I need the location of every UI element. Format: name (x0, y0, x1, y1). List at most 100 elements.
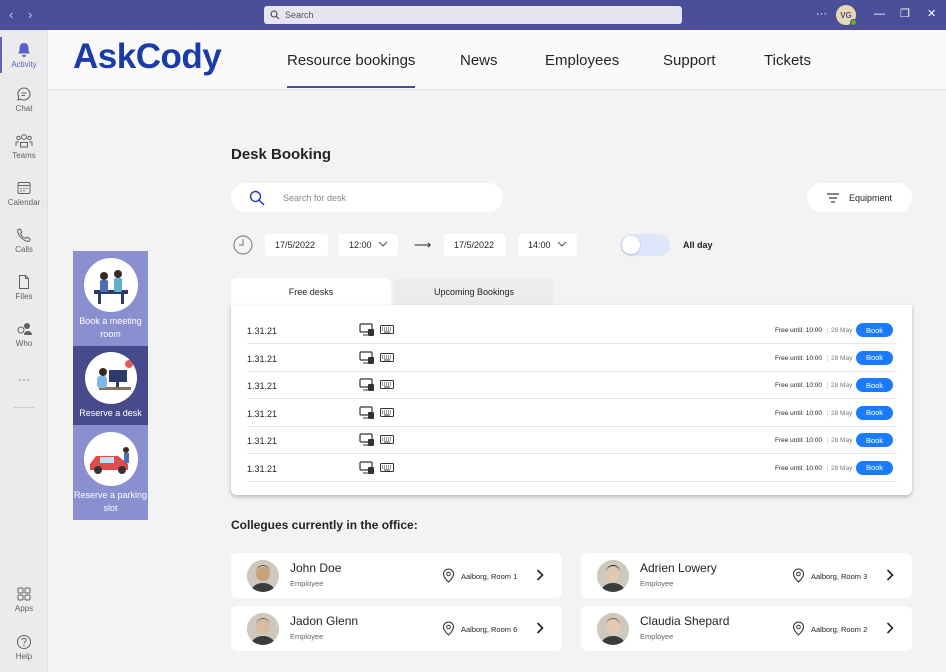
desk-code: 1.31.21 (247, 353, 278, 364)
desk-row: 1.31.21 Free until: 10:00 28 May Book (247, 345, 897, 372)
rail-item-calls[interactable]: Calls (0, 218, 48, 262)
location-pin-icon (792, 568, 805, 583)
start-date-field[interactable]: 17/5/2022 (265, 234, 328, 256)
file-icon (19, 274, 29, 289)
colleague-name: Jadon Glenn (290, 614, 359, 628)
who-icon (17, 322, 32, 335)
colleague-role: Employee (290, 632, 324, 641)
equipment-filter-button[interactable]: Equipment (807, 183, 912, 212)
colleague-card[interactable]: John Doe Employee Aalborg, Room 1 (231, 553, 562, 598)
book-button[interactable]: Book (856, 405, 893, 420)
more-icon: ··· (18, 372, 30, 386)
keyboard-icon (380, 435, 394, 446)
start-time-select[interactable]: 12:00 (339, 234, 398, 256)
start-date-value: 17/5/2022 (275, 240, 316, 250)
app-header: AskCody Resource bookings News Employees… (48, 30, 946, 90)
user-avatar[interactable]: VG (836, 5, 857, 26)
desk-row: 1.31.21 Free until: 10:00 28 May Book (247, 400, 897, 427)
colleague-location: Aalborg, Room 2 (811, 625, 868, 634)
monitor-icon (359, 405, 375, 422)
minimize-button[interactable]: — (874, 7, 885, 21)
end-time-value: 14:00 (528, 240, 551, 250)
desk-row: 1.31.21 Free until: 10:00 28 May Book (247, 455, 897, 482)
search-icon (270, 10, 280, 20)
free-until-text: Free until: 10:00 (775, 327, 822, 334)
rail-item-more[interactable]: ··· (0, 357, 48, 401)
rail-item-files[interactable]: Files (0, 265, 48, 309)
main-content: AskCody Resource bookings News Employees… (48, 30, 946, 672)
equipment-label: Equipment (848, 192, 893, 203)
tab-resource-bookings[interactable]: Resource bookings (287, 52, 416, 88)
keyboard-icon (380, 462, 394, 474)
avatar (247, 613, 279, 645)
desk-code: 1.31.21 (247, 408, 278, 419)
global-search-input[interactable]: Search (264, 6, 682, 24)
reserve-parking-card[interactable]: Reserve a parking slot (73, 425, 148, 520)
chevron-right-icon[interactable] (536, 569, 544, 581)
rail-item-chat[interactable]: Chat (0, 77, 48, 121)
phone-icon (16, 227, 31, 242)
more-options-button[interactable]: ··· (816, 7, 827, 21)
book-meeting-room-card[interactable]: Book a meeting room (73, 251, 148, 346)
location-pin-icon (442, 621, 455, 636)
book-button[interactable]: Book (856, 323, 893, 337)
colleague-location: Aalborg, Room 6 (461, 625, 518, 634)
colleague-card[interactable]: Adrien Lowery Employee Aalborg, Room 3 (581, 553, 912, 598)
end-date-field[interactable]: 17/5/2022 (444, 234, 506, 256)
desk-code: 1.31.21 (247, 463, 278, 474)
tab-label: Free desks (288, 286, 334, 297)
rail-item-activity[interactable]: Activity (0, 33, 48, 77)
reserve-desk-card[interactable]: Reserve a desk (73, 346, 148, 425)
tab-support[interactable]: Support (663, 52, 716, 69)
desk-row: 1.31.21 Free until: 10:00 28 May Book (247, 317, 897, 344)
restore-button[interactable]: ❐ (900, 7, 910, 21)
forward-button[interactable]: › (28, 7, 32, 23)
rail-item-help[interactable]: Help (0, 625, 48, 669)
close-button[interactable]: ✕ (927, 7, 936, 21)
colleague-card[interactable]: Jadon Glenn Employee Aalborg, Room 6 (231, 606, 562, 651)
tab-tickets[interactable]: Tickets (764, 52, 811, 69)
desk-row: 1.31.21 Free until: 10:00 28 May Book (247, 372, 897, 399)
rail-item-calendar[interactable]: Calendar (0, 171, 48, 215)
end-time-select[interactable]: 14:00 (518, 234, 577, 256)
card-label: Reserve a parking slot (73, 490, 148, 513)
book-button[interactable]: Book (856, 378, 893, 392)
toggle-knob (622, 236, 640, 254)
free-until-text: Free until: 10:00 (775, 437, 822, 444)
chevron-right-icon[interactable] (886, 569, 894, 581)
chevron-right-icon[interactable] (536, 622, 544, 634)
rail-item-who[interactable]: Who (0, 312, 48, 356)
apps-icon (17, 587, 31, 600)
colleagues-heading: Collegues currently in the office: (231, 518, 418, 532)
askcody-logo[interactable]: AskCody (73, 37, 222, 77)
book-button[interactable]: Book (856, 460, 893, 475)
rail-label: Chat (15, 103, 33, 113)
tab-news[interactable]: News (460, 52, 498, 69)
tab-upcoming-bookings[interactable]: Upcoming Bookings (394, 278, 554, 305)
desk-code: 1.31.21 (247, 326, 278, 336)
title-bar: ‹ › Search ··· VG — ❐ ✕ (0, 0, 946, 30)
help-icon (17, 634, 31, 649)
free-date: 28 May (827, 354, 852, 362)
keyboard-icon (380, 407, 394, 419)
colleague-role: Employee (640, 579, 674, 588)
book-button[interactable]: Book (856, 433, 893, 447)
rail-item-teams[interactable]: Teams (0, 124, 48, 168)
tab-employees[interactable]: Employees (545, 52, 619, 69)
colleague-card[interactable]: Claudia Shepard Employee Aalborg, Room 2 (581, 606, 912, 651)
app-rail: Activity Chat Teams Calendar Calls Files… (0, 30, 48, 672)
teams-icon (15, 133, 33, 147)
rail-item-apps[interactable]: Apps (0, 577, 48, 621)
book-button[interactable]: Book (856, 350, 893, 365)
back-button[interactable]: ‹ (9, 7, 13, 23)
tab-free-desks[interactable]: Free desks (231, 278, 391, 305)
desk-search-placeholder: Search for desk (283, 192, 347, 203)
all-day-toggle[interactable] (620, 234, 670, 256)
monitor-icon (359, 433, 375, 449)
avatar (247, 560, 279, 592)
arrow-icon: ⟶ (414, 238, 432, 252)
desk-search-input[interactable]: Search for desk (231, 183, 503, 212)
chevron-right-icon[interactable] (886, 622, 894, 634)
rail-label: Calls (15, 244, 33, 254)
rail-divider (14, 407, 34, 408)
